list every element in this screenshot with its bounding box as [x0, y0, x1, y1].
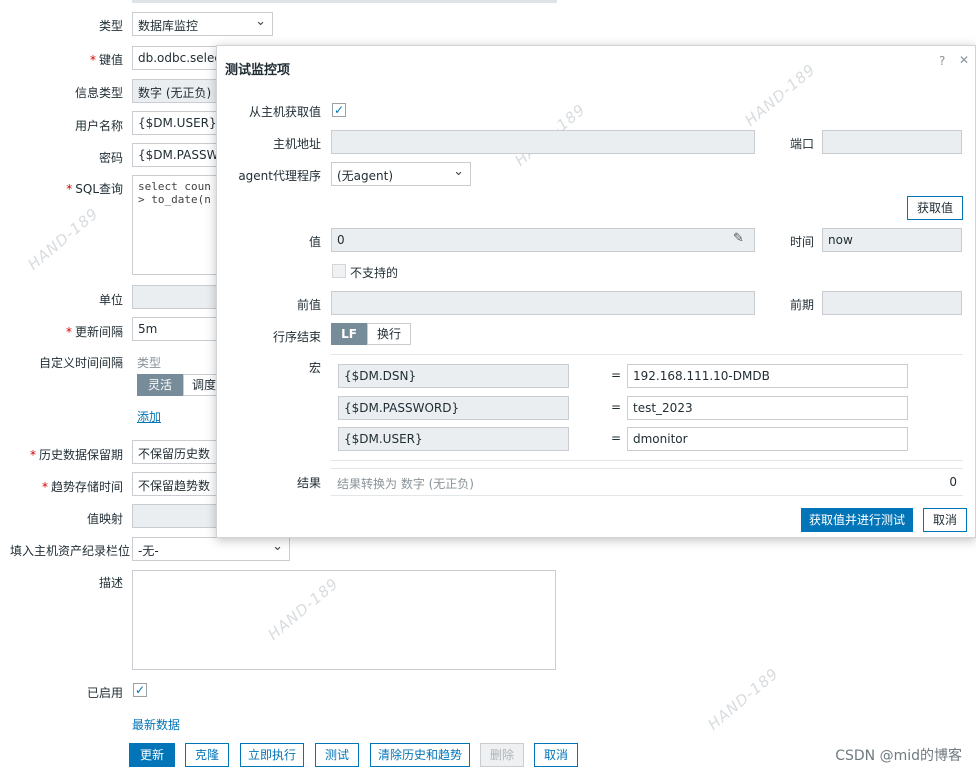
get-from-host-label: 从主机获取值 [248, 105, 321, 119]
port-label: 端口 [790, 137, 815, 151]
result-label: 结果 [296, 476, 321, 490]
macros-label: 宏 [308, 361, 321, 375]
eol-label: 行序结束 [272, 330, 321, 344]
close-icon[interactable]: ✕ [959, 53, 969, 67]
macro-value-input[interactable]: test_2023 [627, 396, 908, 420]
macro-equals: = [611, 368, 622, 382]
prev-value-label: 前值 [296, 298, 321, 312]
result-box: 结果转换为 数字 (无正负) 0 [331, 468, 963, 496]
valuemap-label: 值映射 [86, 512, 123, 526]
password-label: 密码 [98, 151, 123, 165]
macro-value-text: 192.168.111.10-DMDB [633, 369, 770, 383]
description-textarea[interactable] [132, 570, 556, 670]
type-label: 类型 [98, 19, 123, 33]
get-value-button[interactable]: 获取值 [907, 196, 963, 220]
trends-label: 趋势存储时间 [42, 478, 123, 495]
latest-data-link[interactable]: 最新数据 [132, 716, 180, 733]
macro-value-input[interactable]: 192.168.111.10-DMDB [627, 364, 908, 388]
enabled-checkbox[interactable]: ✓ [133, 683, 147, 697]
top-field-edge [132, 0, 557, 3]
interval-label: 更新间隔 [66, 323, 123, 340]
get-from-host-checkbox[interactable]: ✓ [332, 103, 346, 117]
not-supported-label: 不支持的 [350, 266, 399, 280]
type-select[interactable]: 数据库监控 [132, 12, 273, 36]
macro-name: {$DM.PASSWORD} [338, 396, 569, 420]
update-button[interactable]: 更新 [129, 743, 175, 767]
custom-flexible-toggle[interactable]: 灵活 [137, 374, 183, 396]
key-label: 键值 [90, 51, 123, 68]
macro-name-text: {$DM.PASSWORD} [344, 401, 460, 415]
macro-value-text: test_2023 [633, 401, 693, 415]
result-text: 结果转换为 数字 (无正负) [337, 477, 474, 491]
time-value: now [828, 233, 853, 247]
custom-type-header: 类型 [137, 356, 162, 370]
macro-equals: = [611, 400, 622, 414]
not-supported-checkbox[interactable] [332, 264, 346, 278]
sql-label: SQL查询 [66, 180, 123, 197]
macro-equals: = [611, 431, 622, 445]
help-icon[interactable]: ? [939, 54, 945, 68]
pencil-icon[interactable]: ✎ [733, 231, 744, 246]
custom-intervals-label: 自定义时间间隔 [38, 356, 123, 370]
custom-add-link[interactable]: 添加 [137, 408, 161, 425]
inventory-value: -无- [138, 544, 159, 558]
host-address-input[interactable] [331, 130, 755, 154]
footer-credit: CSDN @mid的博客 [835, 748, 962, 764]
password-value: {$DM.PASSWO [138, 148, 228, 162]
info-type-label: 信息类型 [74, 86, 123, 100]
watermark: HAND-189 [24, 204, 103, 274]
macro-name-text: {$DM.USER} [344, 432, 423, 446]
description-label: 描述 [98, 576, 123, 590]
clear-history-button[interactable]: 清除历史和趋势 [370, 743, 470, 767]
cancel-button[interactable]: 取消 [534, 743, 578, 767]
eol-lf-toggle[interactable]: LF [331, 323, 367, 345]
agent-proxy-label: agent代理程序 [238, 169, 321, 183]
time-input[interactable]: now [822, 228, 962, 252]
port-input[interactable] [822, 130, 962, 154]
get-value-and-test-button[interactable]: 获取值并进行测试 [801, 508, 913, 532]
host-address-label: 主机地址 [272, 137, 321, 151]
enabled-label: 已启用 [86, 686, 123, 700]
execute-now-button[interactable]: 立即执行 [240, 743, 304, 767]
time-label: 时间 [790, 235, 815, 249]
dialog-title: 测试监控项 [225, 63, 291, 78]
macros-bottom-divider [331, 460, 963, 461]
macro-name: {$DM.USER} [338, 427, 569, 451]
result-value: 0 [949, 475, 957, 489]
custom-scheduling-toggle[interactable]: 调度 [183, 374, 217, 396]
value-input[interactable]: 0 [331, 228, 755, 252]
info-type-value: 数字 (无正负) [138, 86, 212, 100]
macro-value-text: dmonitor [633, 432, 688, 446]
value-text: 0 [337, 233, 345, 247]
test-item-dialog: 测试监控项 ? ✕ HAND-189 HAND-189 从主机获取值 ✓ 主机地… [216, 45, 976, 538]
units-label: 单位 [98, 293, 123, 307]
prev-time-input [822, 291, 962, 315]
agent-proxy-select[interactable]: (无agent) [331, 162, 471, 186]
macro-name-text: {$DM.DSN} [344, 369, 417, 383]
watermark: HAND-189 [741, 60, 820, 130]
dialog-cancel-button[interactable]: 取消 [923, 508, 967, 532]
value-label: 值 [308, 235, 321, 249]
interval-value: 5m [138, 322, 158, 336]
agent-proxy-value: (无agent) [337, 169, 394, 183]
watermark: HAND-189 [704, 664, 783, 734]
inventory-select[interactable]: -无- [132, 537, 290, 561]
test-button[interactable]: 测试 [315, 743, 359, 767]
trends-value: 不保留趋势数 [138, 479, 211, 493]
clone-button[interactable]: 克隆 [185, 743, 229, 767]
inventory-label: 填入主机资产纪录栏位 [10, 544, 131, 558]
delete-button: 删除 [480, 743, 524, 767]
username-label: 用户名称 [74, 119, 123, 133]
macro-value-input[interactable]: dmonitor [627, 427, 908, 451]
macros-divider [331, 354, 963, 355]
type-select-value: 数据库监控 [138, 19, 199, 33]
prev-time-label: 前期 [790, 298, 815, 312]
eol-crlf-toggle[interactable]: 换行 [367, 323, 411, 345]
history-label: 历史数据保留期 [30, 446, 123, 463]
username-value: {$DM.USER} [138, 116, 217, 130]
prev-value-input [331, 291, 755, 315]
macro-name: {$DM.DSN} [338, 364, 569, 388]
history-value: 不保留历史数 [138, 447, 211, 461]
